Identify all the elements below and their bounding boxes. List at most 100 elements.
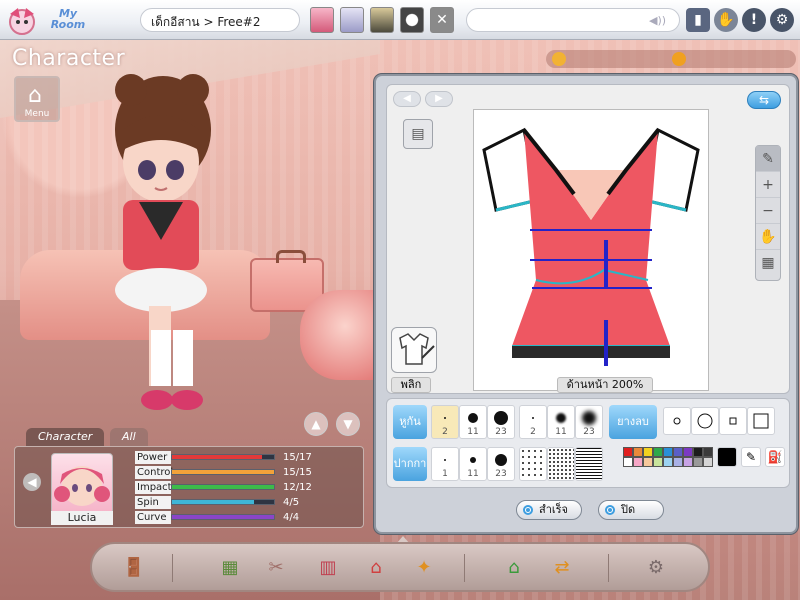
chat-input[interactable]: ◀)) — [466, 8, 680, 32]
color-swatch[interactable] — [673, 447, 683, 457]
color-swatch[interactable] — [703, 457, 713, 467]
close-label: ปิด — [621, 503, 636, 516]
color-swatch[interactable] — [683, 457, 693, 467]
hands-icon[interactable]: ✋ — [714, 8, 738, 32]
zoom-in-icon[interactable]: + — [756, 172, 780, 198]
color-swatch[interactable] — [643, 457, 653, 467]
zoom-label: ด้านหน้า 200% — [557, 377, 653, 393]
color-swatch[interactable] — [643, 447, 653, 457]
arrow-down-icon[interactable]: ▼ — [336, 412, 360, 436]
done-button[interactable]: สำเร็จ — [516, 500, 582, 520]
brush-size-option[interactable]: 11 — [547, 405, 575, 439]
color-swatch[interactable] — [623, 457, 633, 467]
inbox-icon[interactable]: ▮ — [686, 8, 710, 32]
color-swatch[interactable] — [683, 447, 693, 457]
flip-preview-button[interactable] — [391, 327, 437, 373]
friend-avatar-4[interactable] — [400, 7, 424, 33]
color-swatch[interactable] — [693, 447, 703, 457]
undo-button[interactable]: ◀ — [393, 91, 421, 107]
visit-house-icon[interactable]: ⌂ — [498, 552, 530, 584]
brush-size-option[interactable]: 23 — [575, 405, 603, 439]
scissors-icon[interactable]: ✂ — [260, 552, 292, 584]
close-friends-icon[interactable]: ✕ — [430, 7, 454, 33]
color-swatch[interactable] — [673, 457, 683, 467]
color-swatch[interactable] — [633, 457, 643, 467]
shop-icon[interactable]: ▦ — [214, 552, 246, 584]
pen-tool-button[interactable]: ปากกา — [393, 447, 427, 481]
top-bar: My Room เด็กอีสาน > Free#2 ✕ ◀)) ▮ ✋ ! ⚙ — [0, 0, 800, 40]
brush-size-option[interactable]: 2 — [431, 405, 459, 439]
pencil-icon[interactable]: ✎ — [756, 146, 780, 172]
pen-pattern-option[interactable] — [547, 447, 575, 481]
pen-pattern-option[interactable] — [519, 447, 547, 481]
tab-all[interactable]: All — [110, 428, 148, 446]
speaker-icon[interactable]: ◀)) — [649, 14, 666, 27]
canvas-area: ◀ ▶ ⇆ ▤ ด้านหน้า 200% ✎ + − ✋ ▦ พลิก — [386, 84, 790, 394]
house-icon[interactable]: ⌂ — [360, 552, 392, 584]
swap-view-button[interactable]: ⇆ — [747, 91, 781, 109]
brush-size-option[interactable]: 2 — [519, 405, 547, 439]
eraser-tool-button[interactable]: ยางลบ — [609, 405, 657, 439]
brush-size-option[interactable]: 23 — [487, 405, 515, 439]
redo-button[interactable]: ▶ — [425, 91, 453, 107]
swap-house-icon[interactable]: ⇄ — [546, 552, 578, 584]
stat-fill — [172, 500, 254, 504]
color-swatch[interactable] — [663, 457, 673, 467]
gift-icon[interactable]: ✦ — [408, 552, 440, 584]
color-swatch[interactable] — [653, 457, 663, 467]
color-swatch[interactable] — [623, 447, 633, 457]
color-swatch[interactable] — [633, 447, 643, 457]
eraser-small-circle[interactable] — [663, 407, 691, 435]
grid-icon[interactable]: ▦ — [756, 250, 780, 276]
wardrobe-icon[interactable]: ▥ — [312, 552, 344, 584]
zoom-out-icon[interactable]: − — [756, 198, 780, 224]
character-model — [115, 74, 211, 410]
gem-icon — [672, 52, 686, 66]
scene-title: Character — [12, 46, 126, 71]
stat-label: Power — [135, 451, 171, 464]
close-button[interactable]: ปิด — [598, 500, 664, 520]
arrow-up-icon[interactable]: ▲ — [304, 412, 328, 436]
friend-avatar-2[interactable] — [340, 7, 364, 33]
done-label: สำเร็จ — [539, 503, 569, 516]
eyedropper-icon[interactable]: ✎ — [741, 447, 761, 467]
stat-label: Curve — [135, 511, 171, 524]
pen-pattern-option[interactable] — [575, 447, 603, 481]
pan-hand-icon[interactable]: ✋ — [756, 224, 780, 250]
brush-tool-button[interactable]: หูกัน — [393, 405, 427, 439]
location-bar[interactable]: เด็กอีสาน > Free#2 — [140, 8, 300, 32]
stat-fill — [172, 515, 274, 519]
brush-size-option[interactable]: 11 — [459, 405, 487, 439]
settings-box-icon[interactable]: ⚙ — [640, 552, 672, 584]
app-logo-icon[interactable] — [4, 4, 40, 36]
stat-value: 4/4 — [283, 512, 300, 523]
menu-button[interactable]: ⌂ Menu — [14, 76, 60, 122]
template-icon[interactable]: ▤ — [403, 119, 433, 149]
fill-bucket-icon[interactable]: ⛽ — [765, 447, 785, 467]
color-swatch[interactable] — [663, 447, 673, 457]
door-icon[interactable]: 🚪 — [118, 552, 150, 584]
current-color-swatch[interactable] — [717, 447, 737, 467]
friend-avatar-1[interactable] — [310, 7, 334, 33]
arrow-left-icon[interactable]: ◀ — [23, 473, 41, 491]
dock-separator — [608, 554, 609, 582]
pen-size-option[interactable]: 1 — [431, 447, 459, 481]
color-swatch[interactable] — [703, 447, 713, 457]
avatar — [51, 453, 113, 515]
radio-icon — [605, 505, 615, 515]
stat-bar — [171, 454, 275, 460]
brush-tools-area: หูกัน 2 11 23 2 11 23 ยางลบ ปากกา 1 11 2… — [386, 398, 790, 488]
eraser-large-square[interactable] — [747, 407, 775, 435]
tab-character[interactable]: Character — [26, 428, 105, 446]
color-swatch[interactable] — [653, 447, 663, 457]
help-icon[interactable]: ! — [742, 8, 766, 32]
pen-size-option[interactable]: 11 — [459, 447, 487, 481]
drawing-canvas[interactable] — [473, 109, 709, 391]
color-swatch[interactable] — [693, 457, 703, 467]
friend-avatar-3[interactable] — [370, 7, 394, 33]
eraser-large-circle[interactable] — [691, 407, 719, 435]
settings-icon[interactable]: ⚙ — [770, 8, 794, 32]
eraser-small-square[interactable] — [719, 407, 747, 435]
stat-fill — [172, 455, 262, 459]
pen-size-option[interactable]: 23 — [487, 447, 515, 481]
